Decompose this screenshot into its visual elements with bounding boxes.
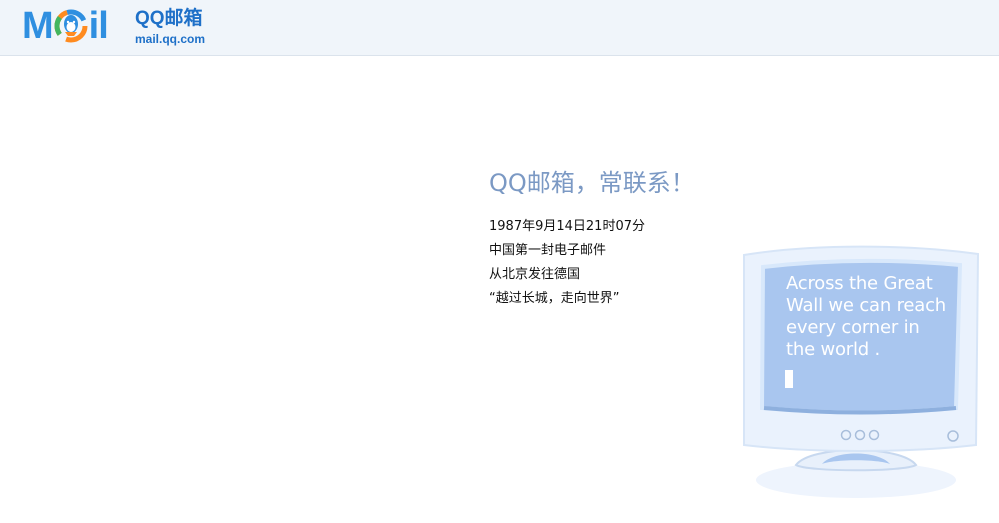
logo-brand: QQ邮箱 (135, 8, 203, 29)
hero-copy: QQ邮箱，常联系！ 1987年9月14日21时07分 中国第一封电子邮件 从北京… (489, 168, 749, 311)
text-cursor (785, 370, 793, 388)
page-slogan: QQ邮箱，常联系！ (489, 169, 695, 197)
story-route: 从北京发往德国 (489, 267, 581, 282)
logo-text: QQ邮箱 mail.qq.com (135, 9, 205, 47)
story-date: 1987年9月14日21时07分 (489, 219, 645, 234)
story-first-email: 中国第一封电子邮件 (489, 243, 607, 258)
logo-domain: mail.qq.com (135, 32, 206, 46)
qq-mail-logo[interactable]: M i l QQ邮箱 mail.qq.com (22, 6, 212, 50)
qq-mail-logo-icon (54, 9, 88, 43)
top-header: M i l QQ邮箱 mail.qq.com (0, 0, 999, 56)
first-email-story: 1987年9月14日21时07分 中国第一封电子邮件 从北京发往德国 “越过长城… (489, 215, 749, 311)
monitor-illustration: Across the Great Wall we can reach every… (736, 240, 986, 510)
mail-wordmark-m: M (22, 5, 54, 47)
mail-wordmark-l: l (98, 5, 109, 47)
monitor-screen-text: Across the Great Wall we can reach every… (786, 273, 946, 360)
story-quote: “越过长城，走向世界” (489, 291, 620, 306)
mail-wordmark-i: i (88, 5, 100, 47)
mail-wordmark: M i l (22, 5, 109, 47)
